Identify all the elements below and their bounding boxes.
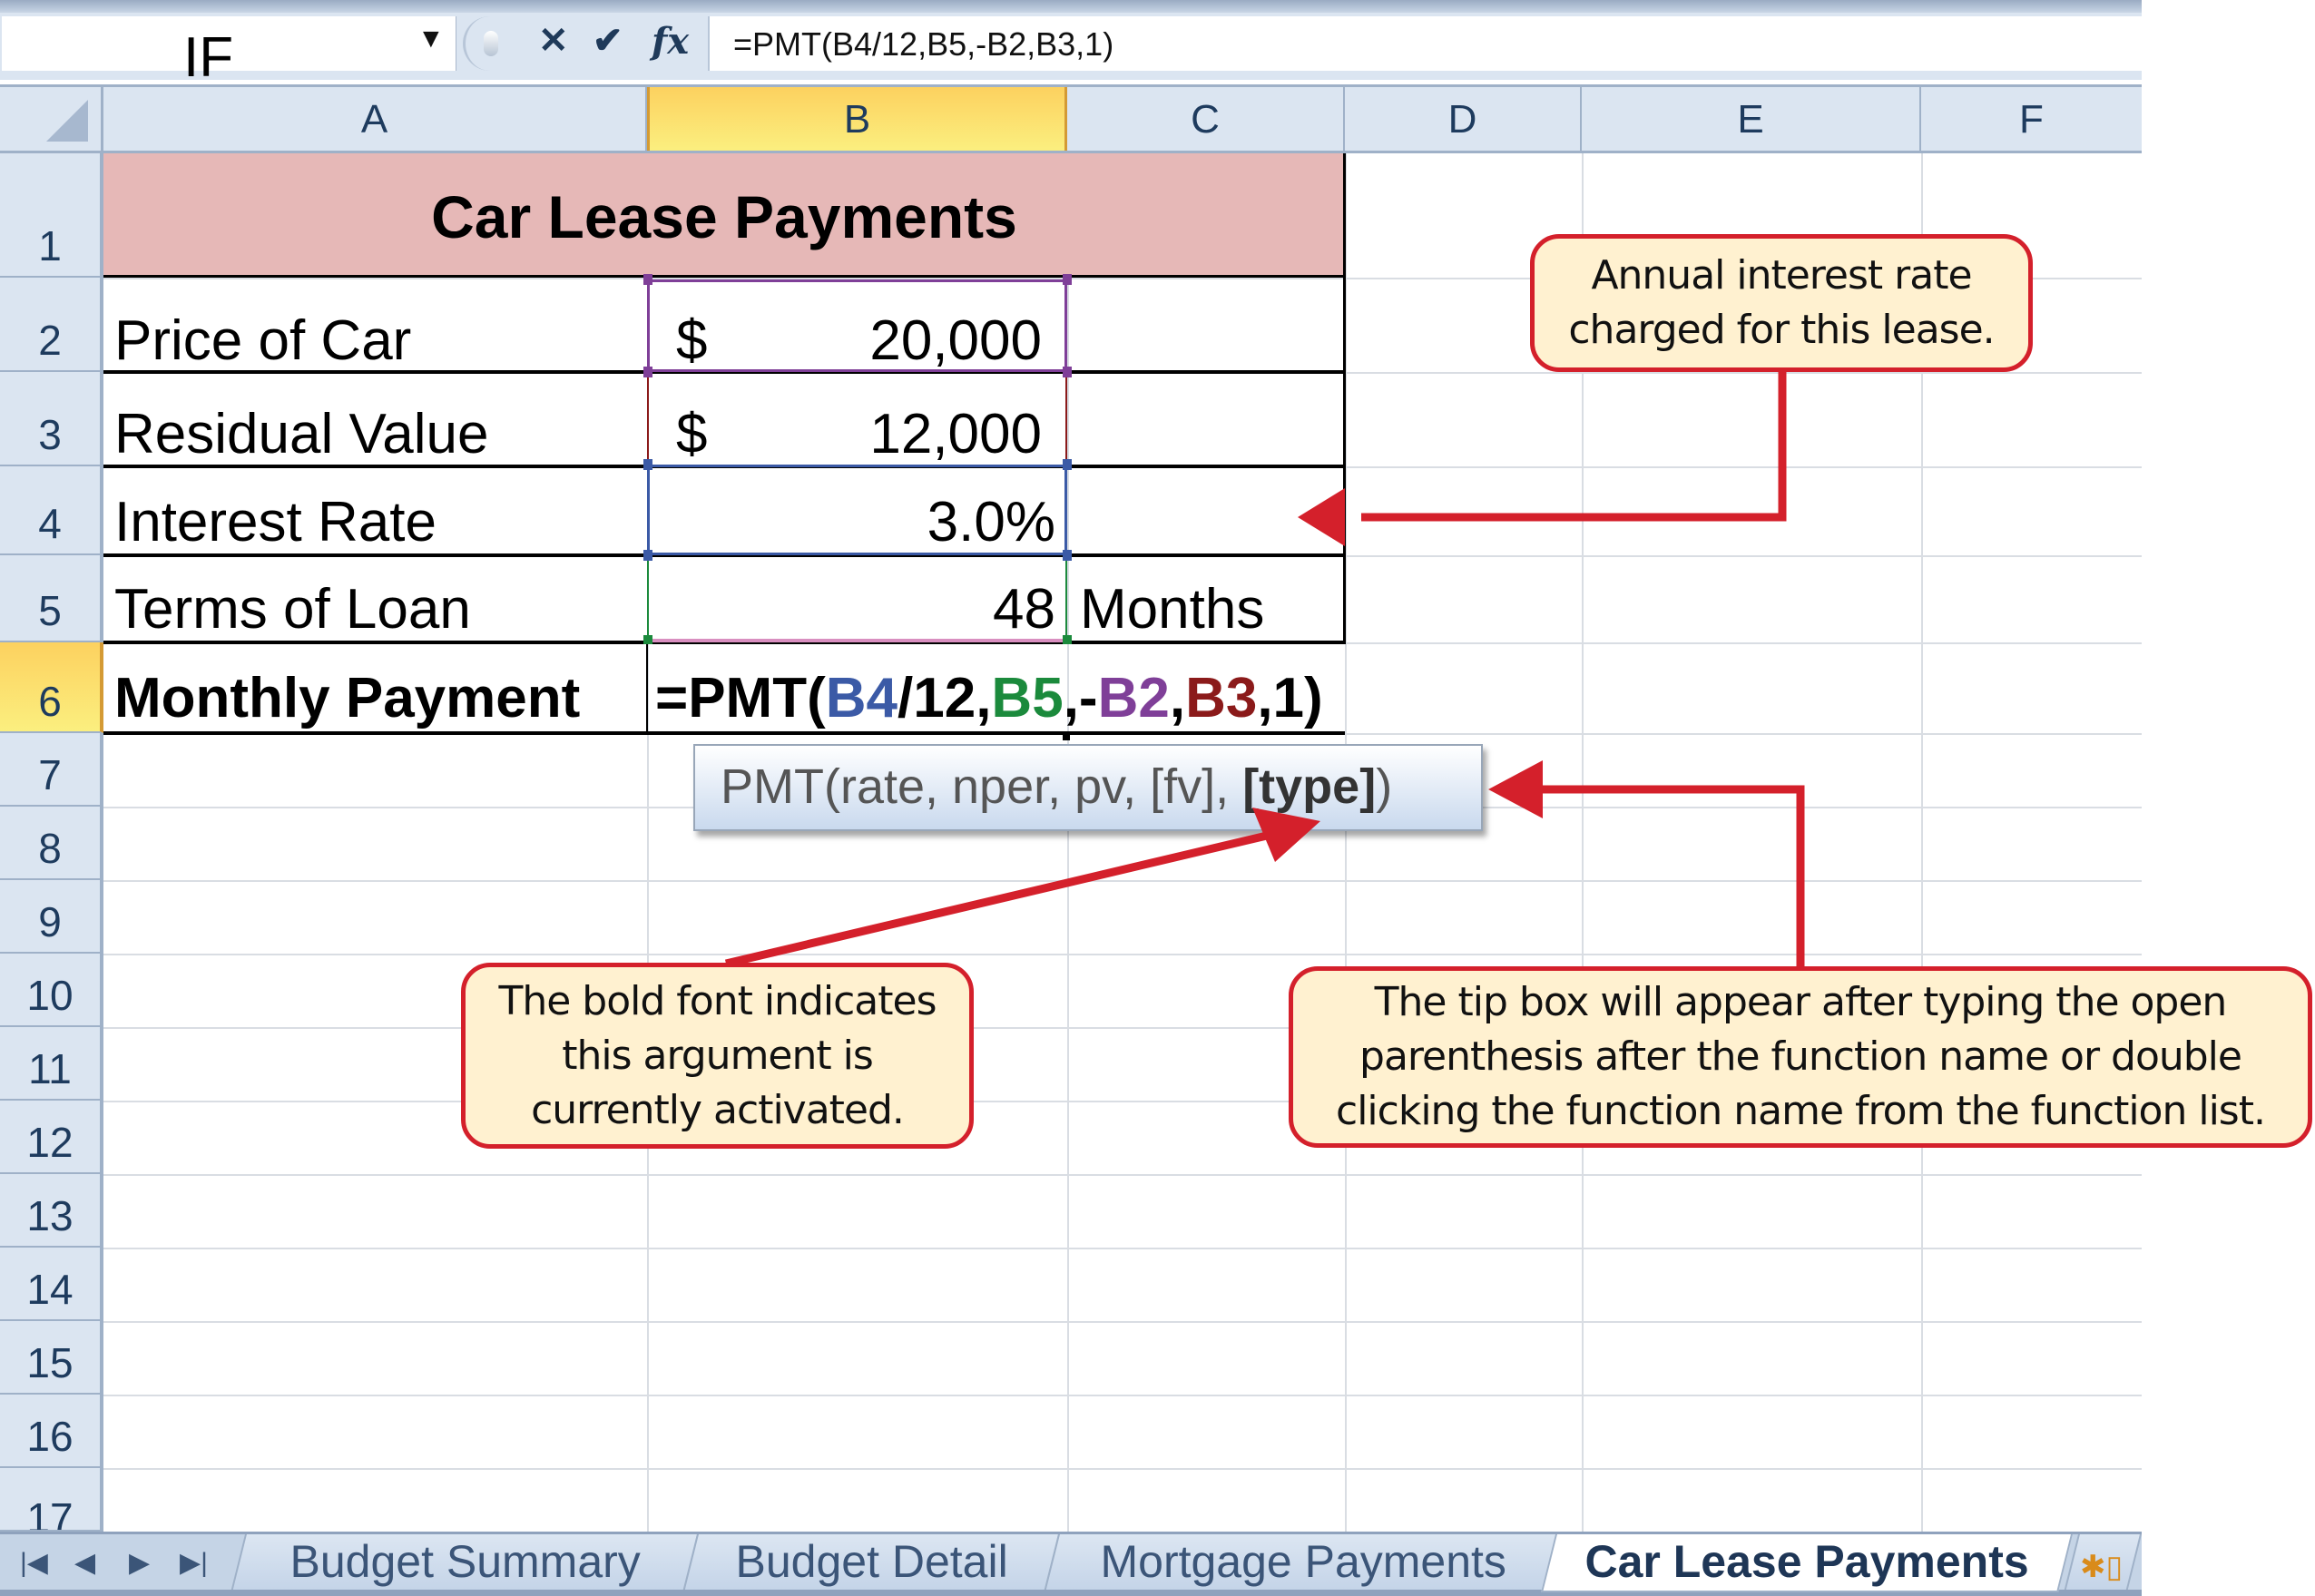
next-sheet-icon[interactable]: ▶ [129, 1547, 150, 1579]
callout-bold-font: The bold font indicates this argument is… [461, 963, 974, 1149]
arrow-interest-head [1298, 488, 1345, 546]
insert-worksheet-icon: ✱▯ [2080, 1550, 2124, 1584]
sheet-tab-mortgage-payments[interactable]: Mortgage Payments [1044, 1534, 1562, 1592]
prev-sheet-icon[interactable]: ◀ [74, 1547, 95, 1579]
arrow-bold-line [724, 830, 1272, 968]
first-sheet-icon[interactable]: |◀ [20, 1547, 48, 1579]
sheet-tab-car-lease-payments[interactable]: Car Lease Payments [1541, 1534, 2073, 1592]
insert-worksheet-button[interactable]: ✱▯ [2064, 1534, 2142, 1592]
sheet-tab-bar: |◀ ◀ ▶ ▶| Budget Summary Budget Detail M… [0, 1532, 2142, 1596]
last-sheet-icon[interactable]: ▶| [180, 1547, 208, 1579]
arrow-tip-line [1543, 785, 1805, 967]
arrow-interest-line [1361, 370, 1787, 522]
sheet-tab-budget-summary[interactable]: Budget Summary [231, 1534, 699, 1592]
sheet-tab-budget-detail[interactable]: Budget Detail [682, 1534, 1060, 1592]
callout-interest-rate: Annual interest rate charged for this le… [1530, 234, 2033, 372]
callout-tip-box: The tip box will appear after typing the… [1289, 966, 2312, 1148]
arrow-tip-head [1488, 760, 1543, 818]
